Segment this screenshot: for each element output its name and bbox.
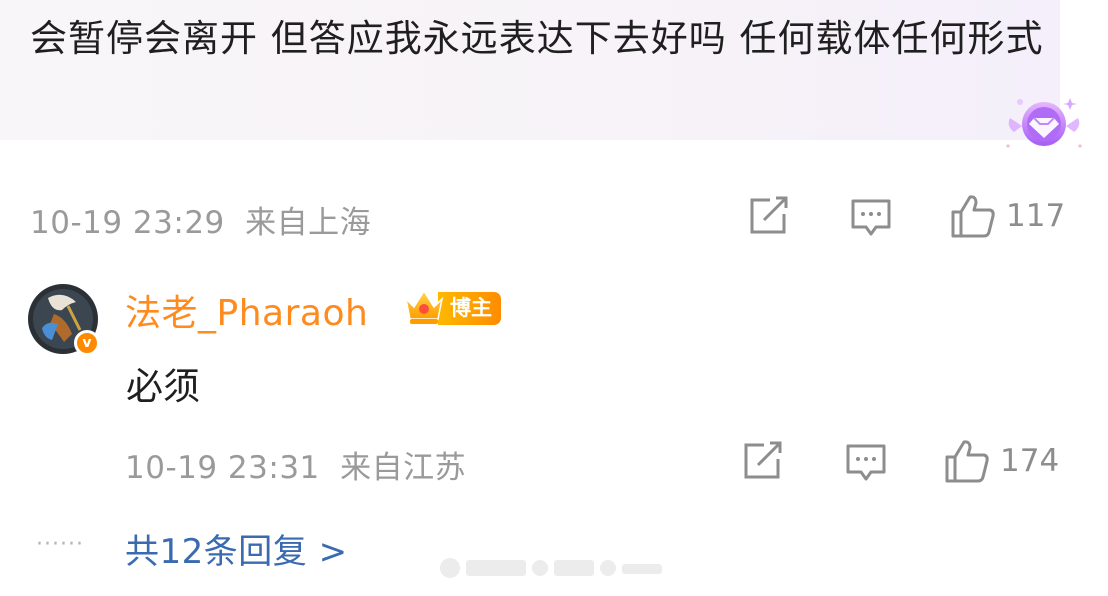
blogger-badge: 博主 — [438, 292, 501, 325]
reply-text: 必须 — [126, 365, 200, 408]
watermark-graphic — [440, 558, 662, 578]
more-replies-link[interactable]: 共12条回复 > — [125, 524, 348, 573]
parent-meta: 10-19 23:29 来自上海 — [30, 197, 371, 242]
share-icon — [744, 441, 782, 479]
parent-share-button[interactable] — [748, 196, 790, 236]
comment-icon — [851, 199, 891, 236]
thumbs-up-icon — [945, 440, 989, 483]
reply-comment-button[interactable] — [845, 443, 887, 483]
reply-time: 10-19 23:31 — [125, 450, 320, 486]
parent-comment-button[interactable] — [850, 198, 892, 238]
reply-like-button[interactable]: 174 — [944, 439, 1059, 483]
verified-v-icon: v — [74, 330, 100, 356]
crown-icon — [404, 289, 444, 324]
reply-share-button[interactable] — [742, 441, 784, 481]
parent-time: 10-19 23:29 — [30, 205, 225, 241]
diamond-vip-icon — [1006, 98, 1082, 148]
share-icon — [750, 196, 788, 234]
thumbs-up-icon — [951, 195, 995, 238]
parent-like-count: 117 — [1006, 198, 1066, 234]
parent-comment-text: 会暂停会离开 但答应我永远表达下去好吗 任何载体任何形式 — [30, 17, 1044, 60]
reply-location: 来自江苏 — [340, 450, 467, 486]
reply-author-name[interactable]: 法老_Pharaoh — [125, 284, 368, 336]
comment-icon — [846, 444, 886, 481]
parent-location: 来自上海 — [245, 205, 372, 241]
reply-meta: 10-19 23:31 来自江苏 — [125, 442, 466, 487]
more-replies-dots: ······ — [36, 532, 84, 557]
reply-like-count: 174 — [1000, 443, 1060, 479]
parent-comment-bubble: 会暂停会离开 但答应我永远表达下去好吗 任何载体任何形式 — [0, 0, 1060, 140]
parent-like-button[interactable]: 117 — [950, 194, 1065, 238]
